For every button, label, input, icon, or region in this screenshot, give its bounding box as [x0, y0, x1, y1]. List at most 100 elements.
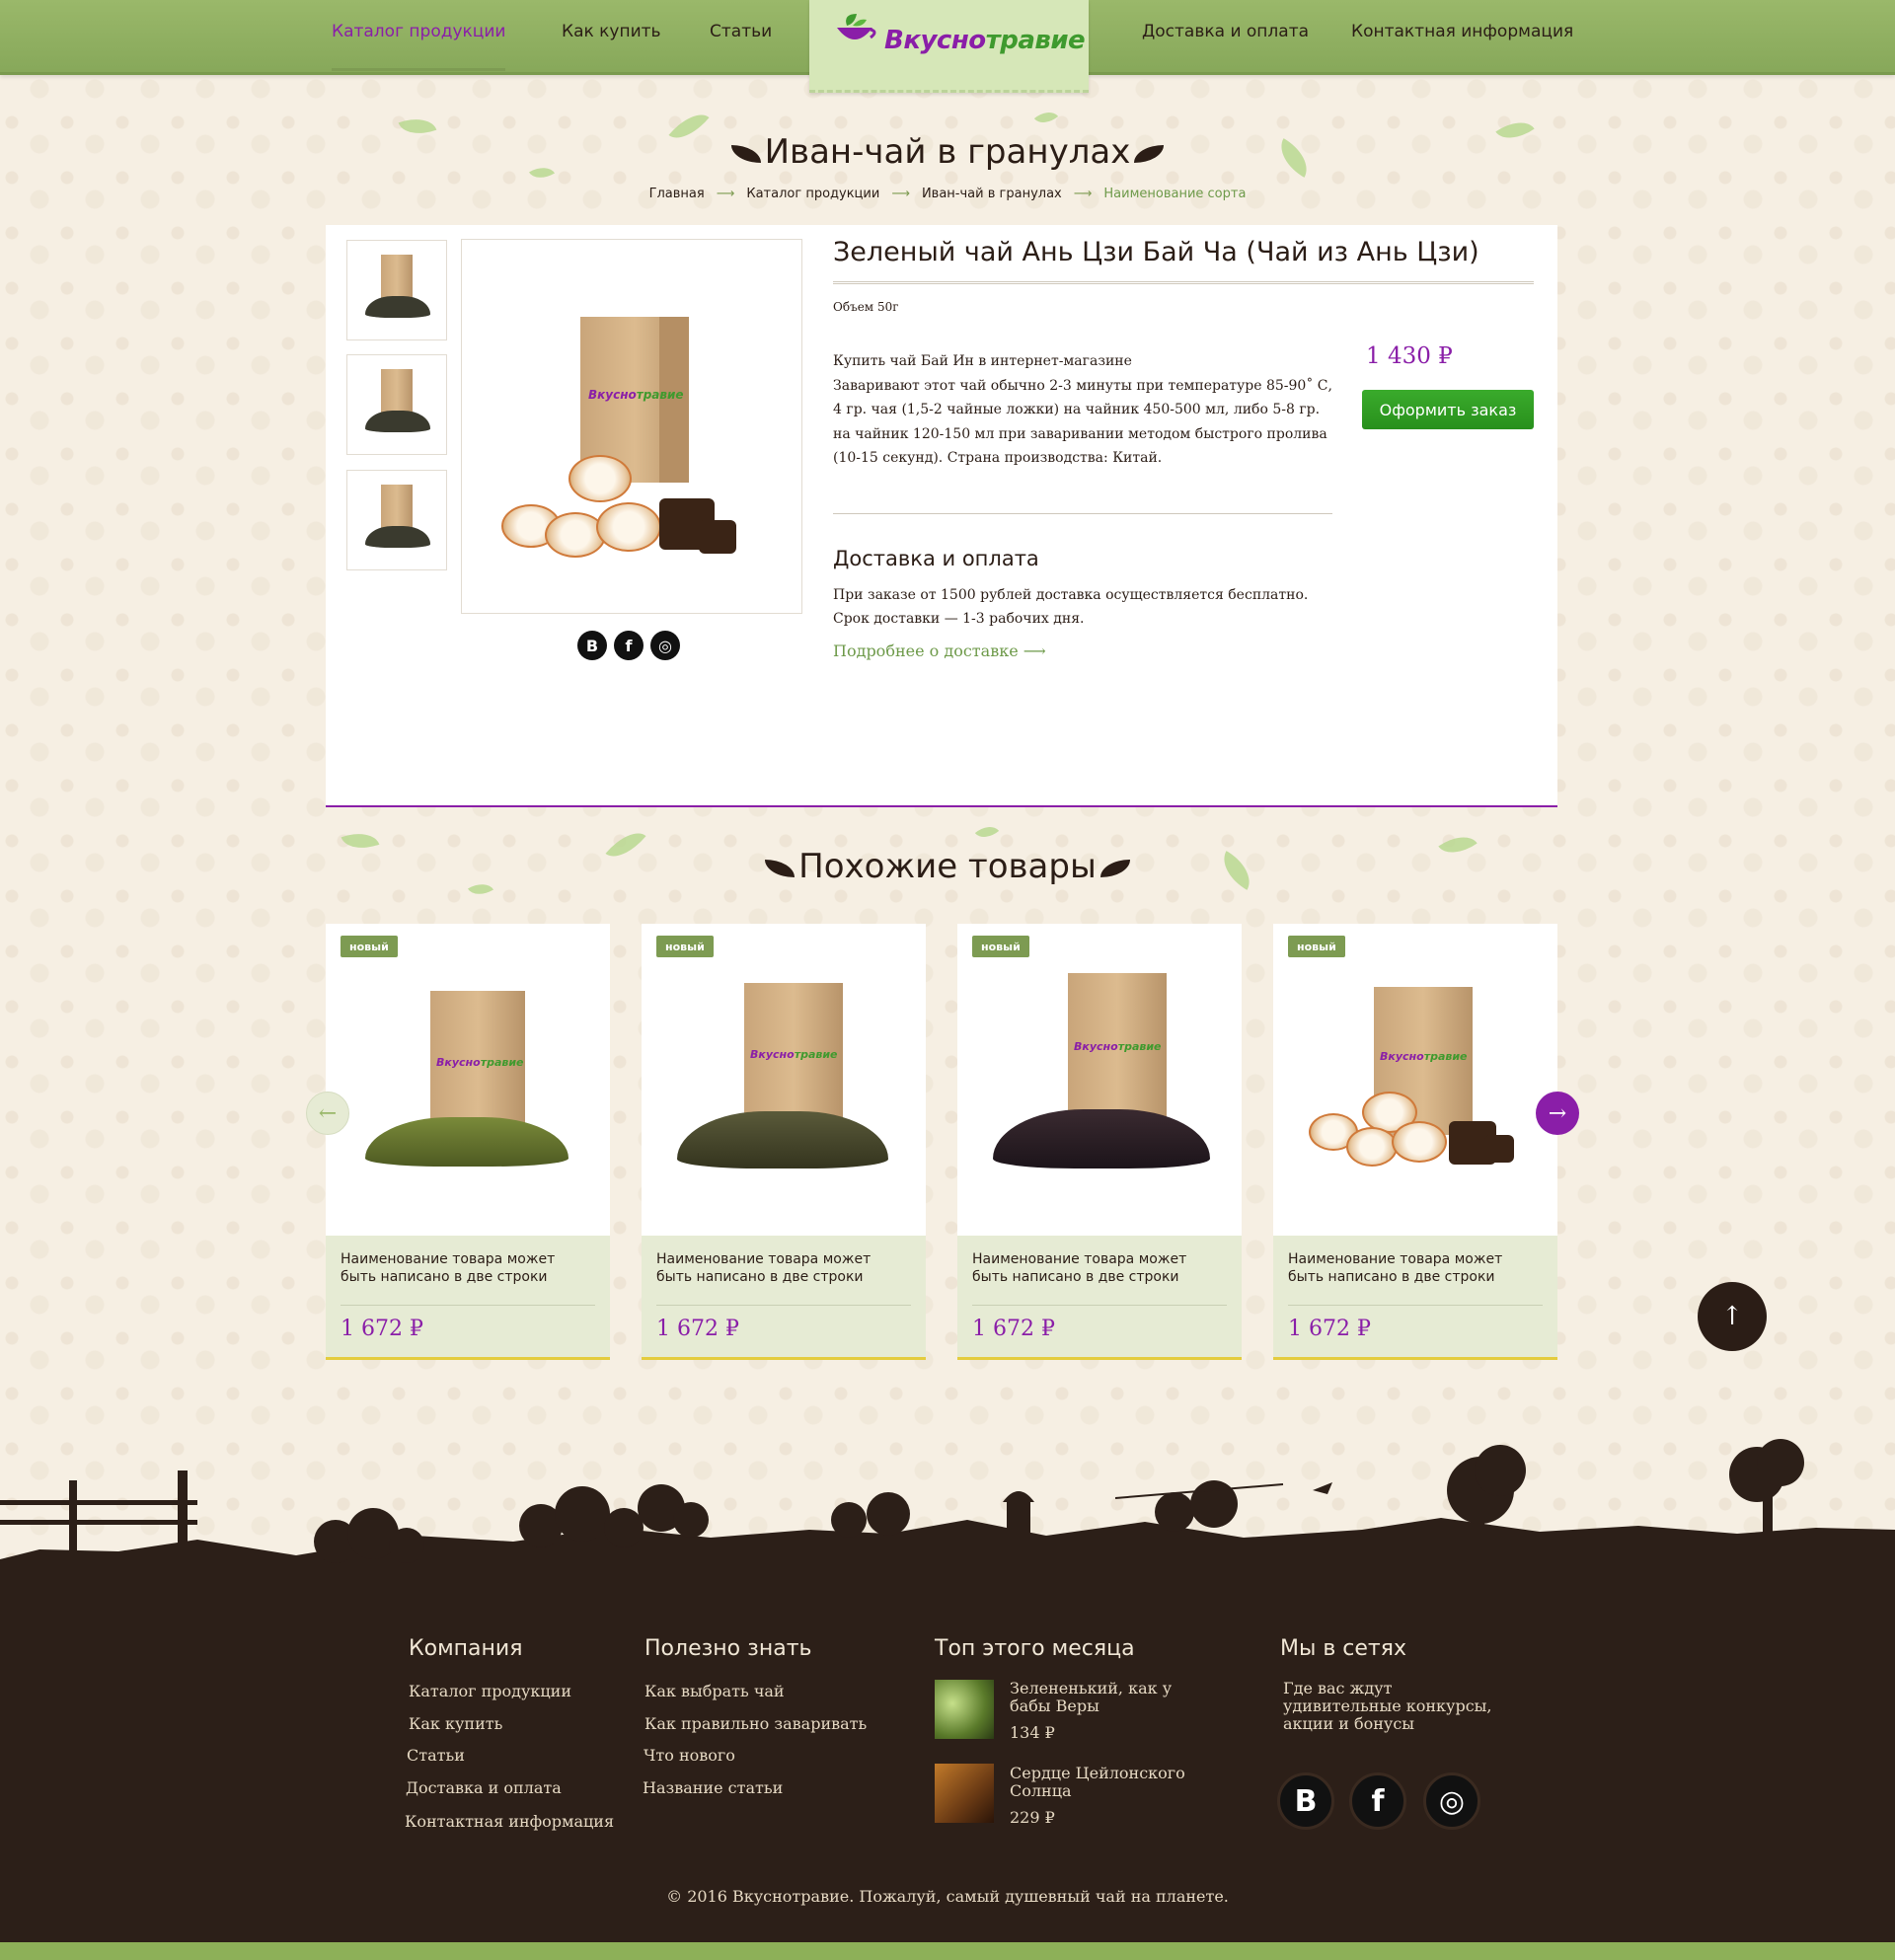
puerh-image [568, 455, 632, 502]
footer-top-title: Топ этого месяца [935, 1636, 1135, 1661]
product-name: Зеленый чай Ань Цзи Бай Ча (Чай из Ань Ц… [833, 237, 1534, 284]
puerh-image [596, 502, 661, 552]
bag-logo: Вкуснотравие [588, 388, 684, 402]
footer-useful-title: Полезно знать [644, 1636, 812, 1661]
card-price: 1 672 ₽ [656, 1317, 739, 1341]
product-card[interactable]: новый Вкуснотравие Наименование товара м… [1273, 924, 1557, 1360]
new-badge: новый [341, 936, 398, 957]
top-item-name[interactable]: Сердце Цейлонского Солнца [1010, 1765, 1207, 1800]
bag-logo: Вкуснотравие [1074, 1040, 1162, 1053]
bag-logo: Вкуснотравие [750, 1048, 838, 1061]
footer-link[interactable]: Название статьи [643, 1778, 783, 1797]
footer-social-text: Где вас ждут удивительные конкурсы, акци… [1283, 1679, 1492, 1733]
scroll-to-top-button[interactable]: ↑ [1698, 1282, 1767, 1351]
breadcrumb-home[interactable]: Главная [649, 187, 705, 201]
nav-delivery[interactable]: Доставка и оплата [1142, 22, 1309, 71]
product-card[interactable]: новый Вкуснотравие Наименование товара м… [642, 924, 926, 1360]
delivery-more-link[interactable]: Подробнее о доставке ⟶ [833, 641, 1046, 660]
nav-contacts[interactable]: Контактная информация [1351, 22, 1573, 71]
bag-logo: Вкуснотравие [436, 1056, 524, 1069]
vk-icon[interactable]: В [1277, 1772, 1334, 1830]
nav-articles[interactable]: Статьи [710, 22, 772, 71]
new-badge: новый [1288, 936, 1345, 957]
delivery-text: При заказе от 1500 рублей доставка осуще… [833, 587, 1309, 627]
product-main-image[interactable]: Вкуснотравие [461, 239, 802, 614]
tea-leaves-image [677, 1111, 888, 1168]
new-badge: новый [972, 936, 1029, 957]
footer-company-title: Компания [409, 1636, 523, 1661]
arrow-right-icon: ⟶ [1023, 641, 1046, 660]
tea-leaves-image [993, 1109, 1210, 1168]
card-name[interactable]: Наименование товара может быть написано … [1288, 1250, 1535, 1286]
card-info: Наименование товара может быть написано … [642, 1236, 926, 1357]
product-thumbnail[interactable] [346, 354, 447, 455]
product-card[interactable]: новый Вкуснотравие Наименование товара м… [326, 924, 610, 1360]
card-name[interactable]: Наименование товара может быть написано … [972, 1250, 1219, 1286]
similar-title: Похожие товары [0, 847, 1895, 886]
order-button[interactable]: Оформить заказ [1362, 390, 1534, 429]
footer-social-title: Мы в сетях [1280, 1636, 1407, 1661]
card-name[interactable]: Наименование товара может быть написано … [341, 1250, 587, 1286]
card-info: Наименование товара может быть написано … [957, 1236, 1242, 1357]
facebook-icon[interactable]: f [1349, 1772, 1406, 1830]
product-volume: Объем 50г [833, 300, 899, 314]
nav-how-to-buy[interactable]: Как купить [562, 22, 661, 71]
nav-catalog[interactable]: Каталог продукции [332, 22, 506, 71]
product-card[interactable]: новый Вкуснотравие Наименование товара м… [957, 924, 1242, 1360]
product-thumbnail[interactable] [346, 470, 447, 570]
leaf-icon [730, 144, 761, 163]
logo[interactable]: Вкуснотравие [809, 0, 1089, 93]
bag-logo: Вкуснотравие [1380, 1050, 1468, 1063]
leaf-decoration [974, 820, 1000, 844]
footer-link[interactable]: Статьи [407, 1746, 465, 1765]
footer-link[interactable]: Как выбрать чай [644, 1682, 785, 1700]
puerh-image [699, 520, 736, 554]
card-price: 1 672 ₽ [1288, 1317, 1371, 1341]
card-info: Наименование товара может быть написано … [326, 1236, 610, 1357]
footer-link[interactable]: Доставка и оплата [406, 1778, 562, 1797]
footer-link[interactable]: Что нового [644, 1746, 735, 1765]
breadcrumb-category[interactable]: Иван-чай в гранулах [922, 187, 1062, 201]
arrow-right-icon: ⟶ [891, 187, 910, 201]
copyright: © 2016 Вкуснотравие. Пожалуй, самый душе… [666, 1887, 1229, 1906]
top-item-image[interactable] [935, 1680, 994, 1739]
leaf-icon [1134, 144, 1165, 163]
logo-text: Вкуснотравие [884, 26, 1086, 55]
footer-link[interactable]: Как правильно заваривать [644, 1714, 867, 1733]
product-description: Купить чай Бай Ин в интернет-магазине За… [833, 353, 1332, 466]
divider [833, 513, 1332, 514]
breadcrumb-catalog[interactable]: Каталог продукции [746, 187, 879, 201]
card-price: 1 672 ₽ [972, 1317, 1055, 1341]
arrow-right-icon: ⟶ [1073, 187, 1093, 201]
instagram-icon[interactable]: ◎ [650, 631, 680, 660]
card-price: 1 672 ₽ [341, 1317, 423, 1341]
footer-link[interactable]: Контактная информация [405, 1812, 614, 1831]
page-title: Иван-чай в гранулах [0, 132, 1895, 172]
vk-icon[interactable]: В [577, 631, 607, 660]
instagram-icon[interactable]: ◎ [1423, 1772, 1480, 1830]
footer-link[interactable]: Как купить [409, 1714, 502, 1733]
divider [1288, 1305, 1543, 1306]
top-item-name[interactable]: Зелененький, как у бабы Веры [1010, 1680, 1207, 1715]
facebook-icon[interactable]: f [614, 631, 644, 660]
top-item-price: 134 ₽ [1010, 1723, 1055, 1742]
product-thumbnail[interactable] [346, 240, 447, 340]
leaf-icon [1099, 859, 1130, 877]
product-price: 1 430 ₽ [1366, 343, 1453, 369]
slider-next-button[interactable]: → [1536, 1092, 1579, 1135]
leaf-icon [765, 859, 796, 877]
card-name[interactable]: Наименование товара может быть написано … [656, 1250, 903, 1286]
divider [656, 1305, 911, 1306]
leaf-decoration [1033, 106, 1059, 129]
puerh-image [1484, 1135, 1514, 1163]
tea-cup-icon [837, 14, 876, 39]
top-item-image[interactable] [935, 1764, 994, 1823]
slider-prev-button[interactable]: ← [306, 1092, 349, 1135]
footer-link[interactable]: Каталог продукции [409, 1682, 571, 1700]
breadcrumb: Главная ⟶ Каталог продукции ⟶ Иван-чай в гра… [0, 187, 1895, 201]
divider [972, 1305, 1227, 1306]
breadcrumb-current: Наименование сорта [1103, 187, 1247, 201]
tea-leaves-image [365, 1117, 568, 1167]
puerh-image [1392, 1121, 1447, 1163]
product-panel: Вкуснотравие В f ◎ Зеленый чай Ань Цзи Б… [326, 225, 1557, 807]
